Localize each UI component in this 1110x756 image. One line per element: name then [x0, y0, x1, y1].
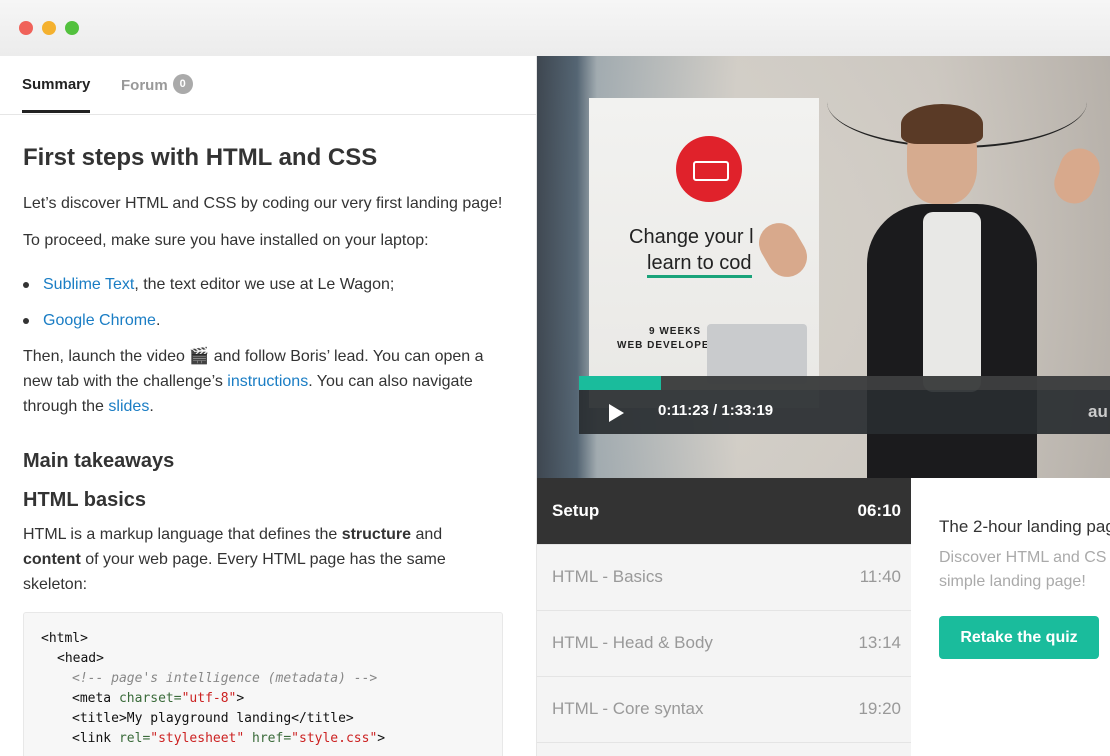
bus-icon: [693, 161, 729, 181]
chapter-list: Setup 06:10 HTML - Basics 11:40 HTML - H…: [537, 478, 911, 756]
banner-text: WEB DEVELOPE N: [617, 340, 722, 351]
progress-bar[interactable]: [579, 376, 1110, 390]
basics-text: of your web page. Every HTML page has th…: [23, 551, 446, 593]
laptop-image: [707, 324, 807, 384]
window-titlebar: [0, 0, 1110, 57]
basics-content: content: [23, 551, 81, 568]
list-item-text: , the text editor we use at Le Wagon;: [134, 276, 395, 293]
then-text: .: [149, 398, 154, 415]
takeaways-heading: Main takeaways: [23, 450, 175, 472]
chapter-item[interactable]: HTML - Core syntax 19:20: [537, 676, 911, 743]
sublime-text-link[interactable]: Sublime Text: [43, 276, 134, 293]
video-player[interactable]: Change your l learn to cod 9 WEEKS WEB D…: [537, 56, 1110, 478]
tab-forum[interactable]: Forum 0: [121, 74, 193, 96]
code-line: <head>: [57, 651, 104, 666]
instructions-link[interactable]: instructions: [227, 373, 308, 390]
chapter-time: 13:14: [858, 633, 901, 652]
quiz-description: Discover HTML and CS simple landing page!: [939, 546, 1106, 594]
chapter-item[interactable]: Setup 06:10: [537, 478, 911, 545]
slides-link[interactable]: slides: [108, 398, 149, 415]
basics-structure: structure: [341, 526, 412, 543]
html-basics-heading: HTML basics: [23, 489, 146, 511]
code-line: <!-- page's intelligence (metadata) -->: [72, 671, 378, 686]
chapter-item[interactable]: HTML - Head & Body 13:14: [537, 610, 911, 677]
maximize-window-button[interactable]: [65, 21, 79, 35]
chapter-name: HTML - Basics: [552, 567, 663, 586]
intro-text: Let’s discover HTML and CSS by coding ou…: [23, 195, 503, 212]
tab-summary[interactable]: Summary: [22, 76, 91, 113]
basics-paragraph: HTML is a markup language that defines t…: [23, 522, 453, 597]
play-icon[interactable]: [609, 404, 624, 422]
code-line: <html>: [41, 631, 88, 646]
lesson-title: First steps with HTML and CSS: [23, 144, 378, 171]
chapter-name: HTML - Head & Body: [552, 633, 713, 652]
list-item: Google Chrome.: [23, 308, 160, 333]
chapter-item[interactable]: HTML - Basics 11:40: [537, 544, 911, 611]
quiz-desc-line: Discover HTML and CS: [939, 549, 1107, 566]
chapter-time: 11:40: [859, 567, 901, 586]
retake-quiz-button[interactable]: Retake the quiz: [939, 616, 1099, 659]
list-item: Sublime Text, the text editor we use at …: [23, 272, 394, 297]
basics-text: and: [411, 526, 443, 543]
chapter-name: HTML - Core syntax: [552, 699, 704, 718]
google-chrome-link[interactable]: Google Chrome: [43, 312, 156, 329]
banner-text: learn to cod: [647, 252, 752, 278]
then-paragraph: Then, launch the video 🎬 and follow Bori…: [23, 344, 503, 419]
quiz-title: The 2-hour landing pag: [939, 517, 1110, 536]
tab-forum-label: Forum: [121, 76, 168, 94]
code-line: <meta charset="utf-8">: [72, 691, 245, 706]
code-line: <title>My playground landing</title>: [72, 711, 354, 726]
banner-text: Change your l: [629, 226, 754, 248]
lesson-panel: Summary Forum 0 First steps with HTML and…: [0, 56, 537, 756]
quiz-panel: The 2-hour landing pag Discover HTML and…: [911, 478, 1110, 756]
basics-text: HTML is a markup language that defines t…: [23, 526, 342, 543]
close-window-button[interactable]: [19, 21, 33, 35]
minimize-window-button[interactable]: [42, 21, 56, 35]
chapter-time: 19:20: [858, 699, 901, 718]
code-block: <html> <head> <!-- page's intelligence (…: [23, 612, 503, 756]
code-line: <link rel="stylesheet" href="style.css">: [72, 731, 386, 746]
time-display: 0:11:23 / 1:33:19: [658, 402, 774, 419]
tab-bar: Summary Forum 0: [0, 56, 536, 115]
banner-text: 9 WEEKS: [649, 326, 702, 337]
quiz-desc-line: simple landing page!: [939, 573, 1086, 590]
progress-fill: [579, 376, 662, 390]
chapter-name: Setup: [552, 501, 600, 520]
proceed-text: To proceed, make sure you have installed…: [23, 232, 429, 249]
forum-count-badge: 0: [172, 74, 193, 94]
list-item-text: .: [155, 312, 161, 329]
player-right-label: au: [1088, 402, 1108, 421]
chapter-time: 06:10: [857, 501, 901, 520]
